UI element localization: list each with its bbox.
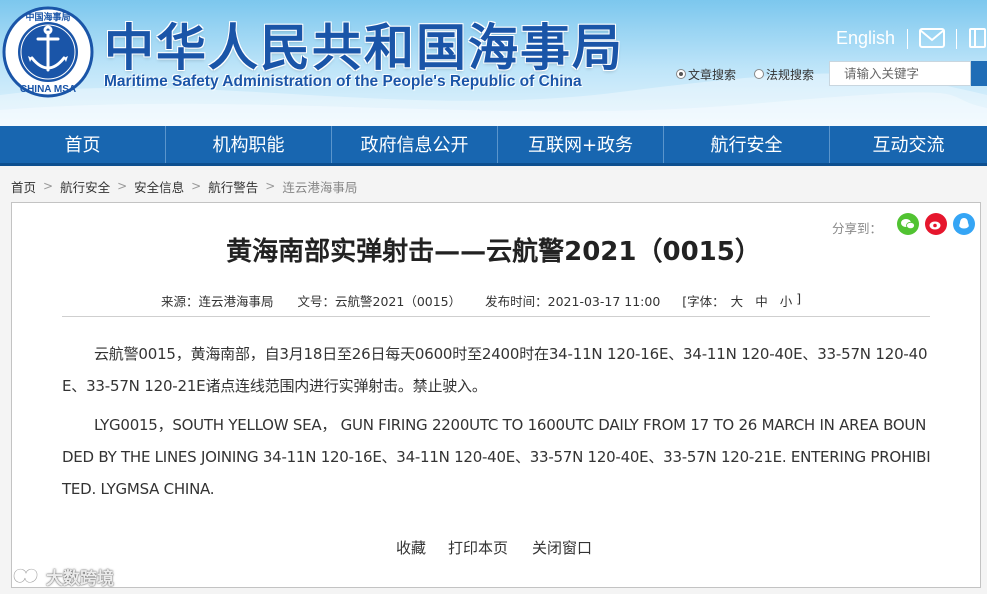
meta-publish-time: 发布时间：2021-03-17 11:00 xyxy=(485,294,661,309)
search-option-articles[interactable]: 文章搜索 xyxy=(676,66,736,82)
nav-item-home[interactable]: 首页 xyxy=(0,126,166,163)
breadcrumb-separator: > xyxy=(191,179,202,193)
article-paragraph-cn: 云航警0015，黄海南部，自3月18日至26日每天0600时至2400时在34-… xyxy=(62,345,928,395)
breadcrumb-item[interactable]: 安全信息 xyxy=(134,177,184,196)
breadcrumb-item[interactable]: 首页 xyxy=(11,177,36,196)
breadcrumb: 首页 > 航行安全 > 安全信息 > 航行警告 > 连云港海事局 xyxy=(11,177,358,196)
breadcrumb-separator: > xyxy=(117,179,128,193)
search-option-regulations[interactable]: 法规搜索 xyxy=(754,66,814,82)
logo-bottom-text: CHINA MSA xyxy=(20,84,76,95)
close-window-link[interactable]: 关闭窗口 xyxy=(532,537,592,557)
book-icon[interactable] xyxy=(968,27,987,49)
meta-source: 来源：连云港海事局 xyxy=(161,294,274,309)
article-paragraph-en: LYG0015，SOUTH YELLOW SEA， GUN FIRING 220… xyxy=(62,416,931,498)
font-size-small[interactable]: 小 xyxy=(780,291,793,309)
header-separator xyxy=(907,29,908,49)
header-separator xyxy=(956,29,957,49)
watermark: 大数跨境 xyxy=(8,562,114,590)
search-option-label: 法规搜索 xyxy=(766,67,815,82)
site-title-en: Maritime Safety Administration of the Pe… xyxy=(104,73,582,90)
main-nav: 首页 机构职能 政府信息公开 互联网+政务 航行安全 互动交流 xyxy=(0,126,987,166)
site-header: 中国海事局 CHINA MSA 中华人民共和国海事局 Maritime Safe… xyxy=(0,0,987,126)
meta-doc-no: 文号：云航警2021（0015） xyxy=(297,294,462,309)
mail-icon[interactable] xyxy=(919,28,945,48)
breadcrumb-current: 连云港海事局 xyxy=(282,179,358,195)
nav-item-nav-safety[interactable]: 航行安全 xyxy=(664,126,830,163)
logo-ring-text: 中国海事局 xyxy=(25,11,70,23)
font-size-medium[interactable]: 中 xyxy=(755,291,768,309)
nav-item-interaction[interactable]: 互动交流 xyxy=(830,126,987,163)
article-title: 黄海南部实弹射击——云航警2021（0015） xyxy=(226,237,761,267)
print-link[interactable]: 打印本页 xyxy=(448,537,508,557)
search-option-label: 文章搜索 xyxy=(688,67,737,82)
watermark-text: 大数跨境 xyxy=(46,568,114,589)
watermark-logo-icon xyxy=(12,568,39,584)
meta-font-close: ] xyxy=(796,291,802,306)
radio-unchecked-icon[interactable] xyxy=(754,69,764,79)
meta-font-label: [字体： xyxy=(682,294,725,309)
search-button[interactable] xyxy=(971,61,987,86)
nav-item-gov-info[interactable]: 政府信息公开 xyxy=(332,126,498,163)
nav-item-internet-gov[interactable]: 互联网+政务 xyxy=(498,126,664,163)
site-title-cn: 中华人民共和国海事局 xyxy=(104,19,624,77)
favorite-link[interactable]: 收藏 xyxy=(396,537,426,557)
breadcrumb-item[interactable]: 航行安全 xyxy=(60,177,110,196)
nav-item-functions[interactable]: 机构职能 xyxy=(166,126,332,163)
search-input[interactable]: 请输入关键字 xyxy=(829,61,971,86)
english-link[interactable]: English xyxy=(836,28,895,49)
msa-logo[interactable]: 中国海事局 CHINA MSA xyxy=(2,6,94,98)
breadcrumb-separator: > xyxy=(265,179,276,193)
font-size-large[interactable]: 大 xyxy=(731,291,744,309)
meta-divider xyxy=(62,316,930,317)
article-meta: 来源：连云港海事局 文号：云航警2021（0015） 发布时间：2021-03-… xyxy=(161,291,802,309)
breadcrumb-separator: > xyxy=(43,179,54,193)
radio-checked-icon[interactable] xyxy=(676,69,686,79)
breadcrumb-item[interactable]: 航行警告 xyxy=(208,177,258,196)
